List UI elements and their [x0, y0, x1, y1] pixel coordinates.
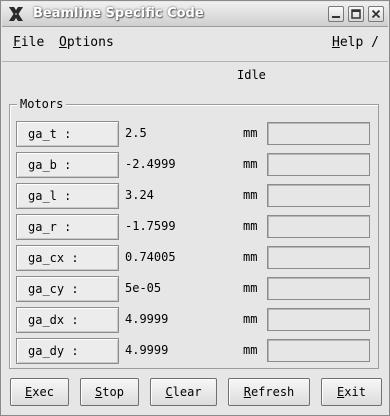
motor-input-ga-dx[interactable]: [267, 308, 370, 331]
motor-value-ga-b: -2.4999: [125, 157, 176, 171]
motor-unit-ga-l: mm: [243, 188, 258, 202]
x-app-icon[interactable]: [7, 5, 25, 23]
motor-value-ga-dy: 4.9999: [125, 343, 169, 357]
menu-file-label: ile: [20, 35, 45, 50]
motor-label-ga-l: ga_l :: [16, 183, 119, 209]
menu-bar: File Options Help /: [2, 27, 388, 62]
motor-label-ga-cx: ga_cx :: [16, 245, 119, 271]
motor-input-ga-cx[interactable]: [267, 246, 370, 269]
menu-help-label: elp /: [339, 35, 379, 50]
motor-input-ga-dy[interactable]: [267, 339, 370, 362]
motor-input-ga-cy[interactable]: [267, 277, 370, 300]
motor-label-ga-dy: ga_dy :: [16, 338, 119, 364]
motor-input-ga-l[interactable]: [267, 184, 370, 207]
motor-label-ga-cy: ga_cy :: [16, 276, 119, 302]
minimize-icon: [332, 16, 340, 18]
motor-unit-ga-dy: mm: [243, 343, 258, 357]
stop-button[interactable]: Stop: [80, 378, 139, 406]
motor-value-ga-l: 3.24: [125, 188, 154, 202]
menu-options-label: ptions: [66, 35, 114, 50]
motor-input-ga-t[interactable]: [267, 122, 370, 145]
app-window: Beamline Specific Code File Options Help…: [0, 0, 390, 416]
motor-unit-ga-dx: mm: [243, 312, 258, 326]
motor-label-ga-b: ga_b :: [16, 152, 119, 178]
menu-file-mnemonic: F: [13, 35, 21, 50]
minimize-button[interactable]: [328, 6, 344, 22]
motor-input-ga-r[interactable]: [267, 215, 370, 238]
motor-value-ga-cy: 5e-05: [125, 281, 162, 295]
motors-group-title: Motors: [17, 97, 67, 111]
motor-label-ga-t: ga_t :: [16, 121, 119, 147]
motor-label-ga-r: ga_r :: [16, 214, 119, 240]
refresh-mnemonic: R: [243, 385, 251, 399]
motor-unit-ga-t: mm: [243, 126, 258, 140]
motor-input-ga-b[interactable]: [267, 153, 370, 176]
clear-label: lear: [172, 385, 202, 399]
menu-options[interactable]: Options: [59, 35, 114, 50]
stop-label: top: [102, 385, 124, 399]
menu-help-mnemonic: H: [332, 35, 340, 50]
menu-options-mnemonic: O: [59, 35, 67, 50]
motor-value-ga-dx: 4.9999: [125, 312, 169, 326]
refresh-button[interactable]: Refresh: [228, 378, 310, 406]
motor-unit-ga-cx: mm: [243, 250, 258, 264]
status-text: Idle: [237, 68, 266, 82]
motor-unit-ga-cy: mm: [243, 281, 258, 295]
motor-unit-ga-b: mm: [243, 157, 258, 171]
close-icon: [371, 9, 381, 19]
maximize-icon: [351, 9, 361, 19]
motor-value-ga-cx: 0.74005: [125, 250, 176, 264]
exit-label: xit: [344, 385, 366, 399]
motor-value-ga-t: 2.5: [125, 126, 147, 140]
motor-unit-ga-r: mm: [243, 219, 258, 233]
motor-label-ga-dx: ga_dx :: [16, 307, 119, 333]
exit-button[interactable]: Exit: [321, 378, 382, 406]
clear-mnemonic: C: [165, 385, 173, 399]
maximize-button[interactable]: [348, 6, 364, 22]
menu-file[interactable]: File: [13, 35, 44, 50]
exec-button[interactable]: Exec: [10, 378, 69, 406]
clear-button[interactable]: Clear: [150, 378, 217, 406]
close-button[interactable]: [368, 6, 384, 22]
menu-help[interactable]: Help /: [332, 35, 379, 50]
refresh-label: efresh: [250, 385, 295, 399]
window-title: Beamline Specific Code: [33, 6, 204, 21]
motor-value-ga-r: -1.7599: [125, 219, 176, 233]
exec-label: xec: [32, 385, 54, 399]
title-bar[interactable]: Beamline Specific Code: [2, 2, 388, 27]
